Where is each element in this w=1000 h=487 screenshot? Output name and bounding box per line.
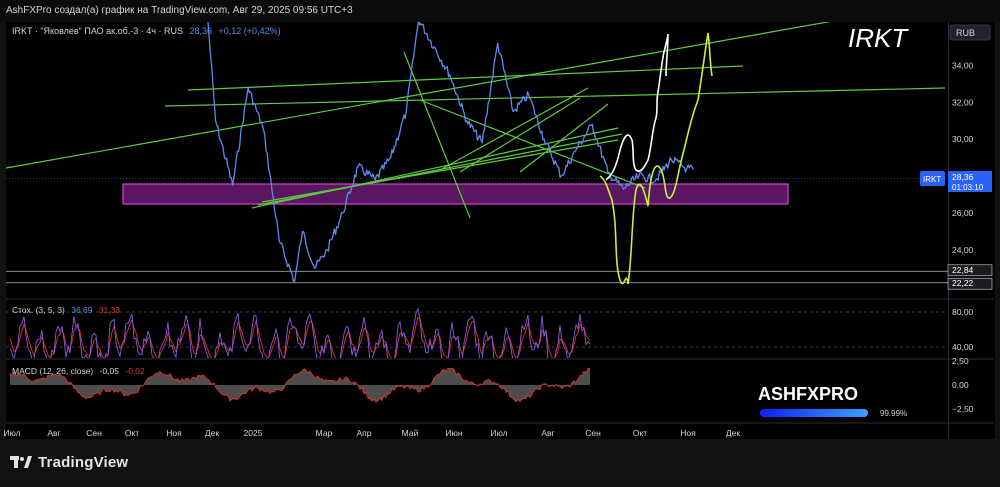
yellow-projection[interactable] <box>599 32 713 285</box>
time-tick-label: Сен <box>86 428 102 438</box>
stoch-k-line[interactable] <box>9 307 591 363</box>
brand-name: ASHFXPRO <box>758 384 858 404</box>
footer: TradingView <box>0 444 1000 487</box>
tradingview-logo-text: TradingView <box>38 454 129 471</box>
stoch-pane <box>6 307 948 363</box>
macd-tick-label: −2,50 <box>952 404 974 414</box>
price-tick-label: 26,00 <box>952 208 974 218</box>
price-tag-symbol: IRKT <box>923 175 941 184</box>
price-tick-label: 30,00 <box>952 134 974 144</box>
trend-line-7[interactable] <box>459 97 581 173</box>
chart-canvas[interactable]: 24,0026,0028,0030,0032,0034,00 IRKT · "Я… <box>0 0 1000 444</box>
time-tick-label: Май <box>402 428 419 438</box>
time-tick-label: Июл <box>3 428 20 438</box>
price-tag-countdown: 01:03:10 <box>952 183 984 192</box>
macd-tick-label: 0,00 <box>952 380 969 390</box>
time-tick-label: Дек <box>205 428 219 438</box>
brand-progress-text: 99.99% <box>880 409 907 418</box>
level-tag-1-text: 22,84 <box>952 265 974 275</box>
time-tick-label: Июл <box>490 428 507 438</box>
current-price-tag[interactable]: IRKT 28,36 01:03:10 <box>920 171 992 192</box>
time-tick-label: Авг <box>541 428 554 438</box>
tradingview-logo[interactable]: TradingView <box>10 454 128 471</box>
stoch-tick-label: 40,00 <box>952 342 974 352</box>
time-tick-label: Ноя <box>166 428 182 438</box>
time-tick-label: Апр <box>357 428 372 438</box>
level-tag-1[interactable]: 22,84 <box>947 264 993 277</box>
symbol-legend: IRKT · "Яковлев" ПАО ак.об.-3 · 4ч · RUS… <box>12 26 281 36</box>
macd-axis-ticks: 2,50 0,00 −2,50 <box>952 356 974 414</box>
time-tick-label: Ноя <box>680 428 696 438</box>
level-tag-2-text: 22,22 <box>952 278 974 288</box>
price-tag-price: 28,36 <box>952 172 974 182</box>
price-axis-ticks: 24,0026,0028,0030,0032,0034,00 <box>952 60 974 255</box>
time-tick-label: Окт <box>633 428 647 438</box>
trend-line-8[interactable] <box>519 103 609 173</box>
ticker-watermark: IRKT <box>848 23 909 53</box>
stoch-tick-label: 80,00 <box>952 307 974 317</box>
ashfxpro-brand: ASHFXPRO 99.99% <box>758 384 907 418</box>
stoch-axis-ticks: 40,00 80,00 <box>952 307 974 352</box>
macd-legend: MACD (12, 26, close) -0,05 -0,02 <box>12 366 145 376</box>
brand-progress-fill <box>760 409 868 417</box>
currency-label: RUB <box>956 28 975 38</box>
time-tick-label: Мар <box>316 428 333 438</box>
tradingview-logo-icon <box>10 455 32 468</box>
stoch-legend: Стох. (3, 5, 3) 36,69 31,33 <box>12 305 120 315</box>
time-tick-label: Авг <box>47 428 60 438</box>
time-axis[interactable]: Июл Авг Сен Окт Ноя Дек 2025 Мар Апр Май Июн Июл Авг… <box>3 428 740 438</box>
price-tick-label: 34,00 <box>952 60 974 70</box>
trend-line-3[interactable] <box>164 87 946 107</box>
price-pane <box>6 22 948 285</box>
macd-tick-label: 2,50 <box>952 356 969 366</box>
time-tick-label: Окт <box>125 428 139 438</box>
support-zone[interactable] <box>122 183 789 205</box>
macd-pane <box>9 367 590 403</box>
price-tick-label: 24,00 <box>952 245 974 255</box>
time-tick-label: Сен <box>585 428 601 438</box>
stoch-d-line[interactable] <box>9 316 591 361</box>
time-tick-label: Июн <box>445 428 462 438</box>
price-tick-label: 32,00 <box>952 97 974 107</box>
time-tick-label: 2025 <box>244 428 263 438</box>
time-tick-label: Дек <box>726 428 740 438</box>
level-tag-2[interactable]: 22,22 <box>947 277 993 290</box>
